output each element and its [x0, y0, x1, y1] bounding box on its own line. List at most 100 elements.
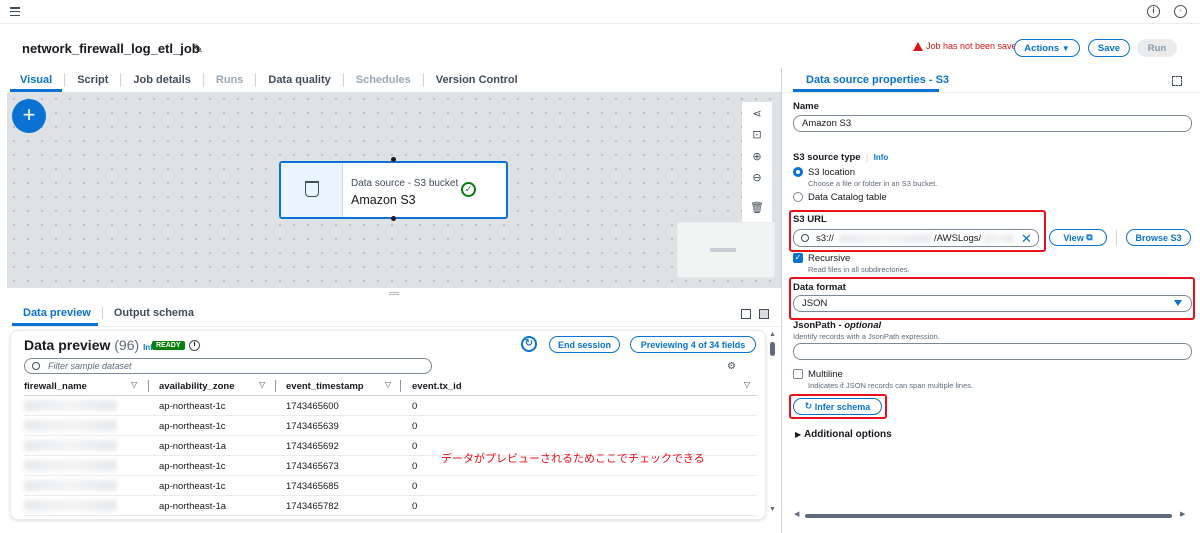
column-divider[interactable]	[275, 380, 276, 392]
sort-icon[interactable]: ▽	[259, 380, 265, 389]
multiline-hint: Indicates if JSON records can span multi…	[808, 381, 974, 390]
info-circle-icon[interactable]: i	[1147, 5, 1160, 18]
menu-icon[interactable]	[10, 5, 20, 17]
table-row: ap-northeast-1c 1743465639 0	[24, 416, 757, 436]
cell-availability-zone: ap-northeast-1a	[159, 501, 227, 512]
s3-source-type-text: S3 source type	[793, 152, 861, 163]
external-link-icon: ⧉	[1086, 232, 1093, 242]
fit-view-icon[interactable]: ⊡	[748, 128, 766, 141]
s3-url-input[interactable]: s3:// /AWSLogs/	[793, 229, 1039, 247]
s3-url-prefix: s3://	[816, 233, 834, 244]
cell-event-timestamp: 1743465692	[286, 441, 339, 452]
name-value: Amazon S3	[802, 118, 852, 129]
s3-location-hint: Choose a file or folder in an S3 bucket.	[808, 179, 938, 188]
divider	[782, 92, 1200, 93]
cell-event-tx-id: 0	[412, 421, 418, 432]
cell-event-timestamp: 1743465782	[286, 501, 339, 512]
horizontal-scrollbar[interactable]	[805, 514, 1172, 518]
column-header-firewall-name[interactable]: firewall_name	[24, 381, 87, 392]
preview-scrollbar[interactable]	[768, 330, 778, 520]
save-button[interactable]: Save	[1088, 39, 1130, 57]
preview-title-text: Data preview	[24, 337, 111, 353]
redacted-firewall-name	[24, 440, 117, 451]
radio-s3-location[interactable]	[793, 167, 803, 177]
multiline-checkbox[interactable]	[793, 369, 803, 379]
divider	[7, 326, 781, 327]
tab-data-preview[interactable]: Data preview	[12, 307, 103, 319]
data-format-select[interactable]: JSON	[793, 295, 1192, 312]
bucket-icon	[305, 181, 319, 197]
node-name: Amazon S3	[351, 193, 416, 207]
scroll-right-icon[interactable]: ▶	[1180, 510, 1185, 518]
infer-schema-button[interactable]: ↻ Infer schema	[793, 398, 882, 415]
status-badge: READY	[152, 341, 185, 350]
edit-pencil-icon[interactable]: ✎	[193, 42, 203, 56]
minimap-viewport	[710, 248, 736, 252]
zoom-in-icon[interactable]: ⊕	[748, 150, 766, 163]
end-session-button[interactable]: End session	[549, 336, 620, 353]
warning-text: Job has not been saved	[926, 41, 1022, 51]
zoom-out-icon[interactable]: ⊖	[748, 171, 766, 184]
settings-icon[interactable]: ◦	[1174, 5, 1187, 18]
tab-runs[interactable]: Runs	[204, 73, 257, 87]
cell-event-timestamp: 1743465600	[286, 401, 339, 412]
data-format-value: JSON	[802, 298, 828, 309]
layout-icon[interactable]: ⋖	[748, 107, 766, 120]
info-link[interactable]: Info	[874, 153, 889, 162]
filter-input[interactable]: Filter sample dataset	[24, 358, 432, 374]
s3-url-label: S3 URL	[793, 214, 827, 225]
browse-s3-button[interactable]: Browse S3	[1126, 229, 1191, 246]
name-input[interactable]: Amazon S3	[793, 115, 1192, 132]
tab-data-quality[interactable]: Data quality	[256, 73, 344, 87]
recursive-hint: Read files in all subdirectories.	[808, 265, 910, 274]
maximize-panel-icon[interactable]	[759, 309, 769, 319]
sort-icon[interactable]: ▽	[131, 380, 137, 389]
s3-source-node[interactable]: Data source - S3 bucket Amazon S3 ✓	[279, 161, 508, 219]
sort-icon[interactable]: ▽	[744, 380, 750, 389]
radio-data-catalog[interactable]	[793, 192, 803, 202]
column-divider[interactable]	[148, 380, 149, 392]
panel-divider[interactable]	[781, 68, 782, 533]
s3-source-type-label: S3 source type | Info	[793, 152, 889, 163]
delete-icon[interactable]: 🗑	[748, 201, 766, 214]
recursive-checkbox[interactable]: ✓	[793, 253, 803, 263]
tab-visual[interactable]: Visual	[8, 73, 66, 87]
tab-script[interactable]: Script	[65, 73, 122, 87]
redacted-account	[984, 234, 1014, 243]
data-format-label: Data format	[793, 282, 846, 293]
panel-resize-handle[interactable]	[389, 292, 399, 295]
tab-version-control[interactable]: Version Control	[424, 73, 530, 87]
unsaved-warning: Job has not been saved	[913, 41, 1022, 51]
jsonpath-input[interactable]	[793, 343, 1192, 360]
tab-job-details[interactable]: Job details	[121, 73, 204, 87]
add-node-button[interactable]: +	[12, 99, 46, 133]
additional-options-toggle[interactable]: ▶ Additional options	[795, 429, 892, 440]
gear-icon[interactable]: ⚙	[727, 361, 736, 372]
scroll-down-icon[interactable]: ▼	[769, 506, 776, 513]
column-header-availability-zone[interactable]: availability_zone	[159, 381, 235, 392]
jsonpath-hint: Identify records with a JsonPath express…	[793, 332, 940, 341]
tab-schedules[interactable]: Schedules	[344, 73, 424, 87]
run-button[interactable]: Run	[1137, 39, 1177, 57]
infer-schema-label: Infer schema	[814, 401, 871, 412]
clear-icon[interactable]: ✕	[1021, 231, 1032, 247]
actions-button[interactable]: Actions ▼	[1014, 39, 1080, 57]
view-button[interactable]: View ⧉	[1049, 229, 1107, 246]
expand-icon[interactable]	[1172, 76, 1182, 86]
column-header-event-timestamp[interactable]: event_timestamp	[286, 381, 364, 392]
redacted-firewall-name	[24, 400, 117, 411]
sort-icon[interactable]: ▽	[385, 380, 391, 389]
refresh-icon[interactable]: ↻	[521, 336, 537, 352]
node-output-handle[interactable]	[391, 216, 396, 221]
info-circle-icon[interactable]: i	[189, 340, 200, 351]
column-divider[interactable]	[400, 380, 401, 392]
column-header-event-tx-id[interactable]: event.tx_id	[412, 381, 462, 392]
previewing-fields-button[interactable]: Previewing 4 of 34 fields	[630, 336, 756, 353]
tab-data-source-properties[interactable]: Data source properties - S3	[806, 74, 949, 86]
scroll-left-icon[interactable]: ◀	[794, 510, 799, 518]
node-input-handle[interactable]	[391, 157, 396, 162]
tab-output-schema[interactable]: Output schema	[103, 307, 205, 319]
scroll-up-icon[interactable]: ▲	[769, 331, 776, 338]
split-view-icon[interactable]	[741, 309, 751, 319]
scrollbar-thumb[interactable]	[770, 342, 775, 356]
